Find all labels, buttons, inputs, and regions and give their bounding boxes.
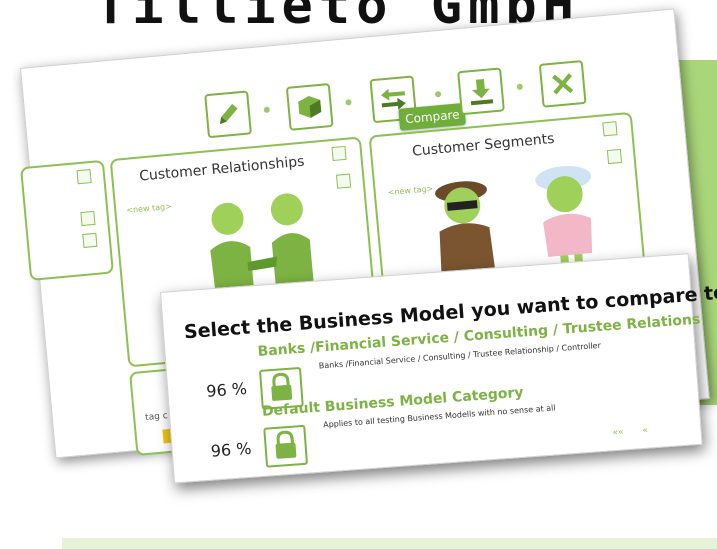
toolbar-separator <box>263 106 271 114</box>
toolbar-separator <box>434 90 442 98</box>
pencil-icon[interactable] <box>204 90 252 139</box>
match-percentage: 96 % <box>210 438 253 461</box>
toolbar-separator <box>516 83 524 91</box>
panel-add-button[interactable] <box>331 145 347 162</box>
download-icon[interactable] <box>457 67 505 116</box>
match-percentage: 96 % <box>205 378 248 401</box>
panel-add-button[interactable] <box>602 121 618 137</box>
compare-dialog-card: Select the Business Model you want to co… <box>160 253 717 484</box>
partial-panel-left <box>20 159 114 281</box>
panel-add-button[interactable] <box>76 169 92 185</box>
trash-icon[interactable] <box>80 210 96 227</box>
new-tag-link[interactable]: <new tag> <box>126 202 172 215</box>
trash-icon[interactable] <box>606 148 623 165</box>
panel-title: Customer Relationships <box>138 153 306 185</box>
close-icon[interactable] <box>538 59 587 108</box>
cube-icon[interactable] <box>285 82 334 131</box>
lock-icon[interactable] <box>263 424 309 468</box>
compare-tooltip: Compare <box>398 102 467 131</box>
pager-prev-button[interactable]: « <box>642 426 648 436</box>
pager-first-button[interactable]: «« <box>612 427 624 438</box>
tag-label: tag c <box>144 411 169 424</box>
trash-icon[interactable] <box>82 232 98 248</box>
toolbar-separator <box>345 99 352 106</box>
panel-title: Customer Segments <box>411 130 556 160</box>
bottom-background-strip <box>62 538 717 549</box>
trash-icon[interactable] <box>335 173 352 189</box>
